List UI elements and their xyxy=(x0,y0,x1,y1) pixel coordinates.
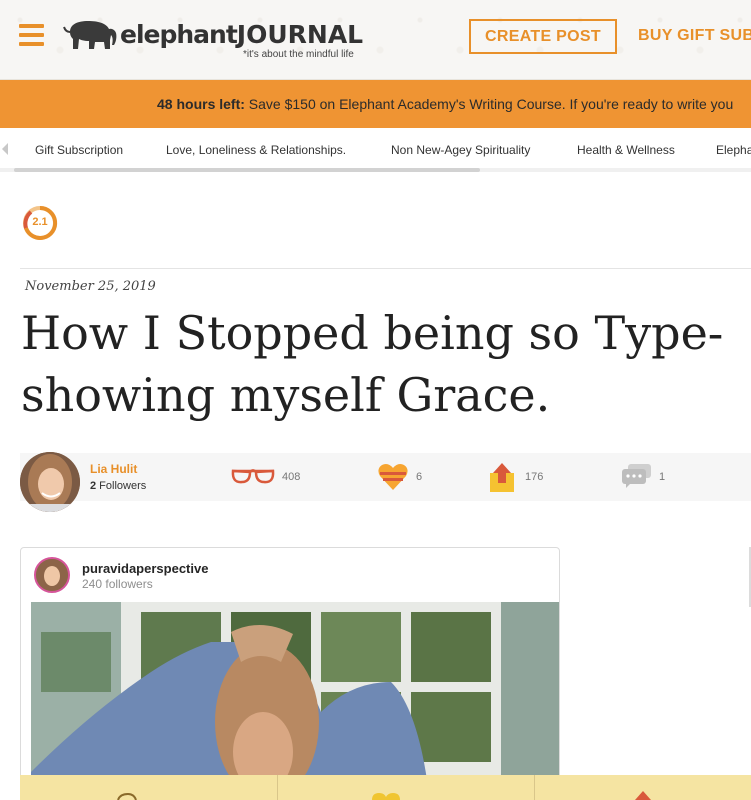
hamburger-menu-icon[interactable] xyxy=(19,24,44,46)
category-love-relationships[interactable]: Love, Loneliness & Relationships. xyxy=(166,143,346,157)
scroll-left-arrow-icon[interactable] xyxy=(2,143,8,155)
embed-followers: 240 followers xyxy=(82,577,153,591)
logo-word-journal: JOURNAL xyxy=(236,20,364,49)
article-title-line-1: How I Stopped being so Type- xyxy=(21,306,724,360)
heart-icon-bottom[interactable] xyxy=(370,791,402,800)
logo-word-elephant: elephant xyxy=(120,20,238,49)
article-title-line-2: showing myself Grace. xyxy=(21,368,551,422)
embed-avatar[interactable] xyxy=(34,557,70,593)
glasses-icon[interactable] xyxy=(231,467,275,485)
article-rating-badge[interactable]: 2.1 xyxy=(21,204,59,242)
article-title: How I Stopped being so Type- showing mys… xyxy=(21,302,751,426)
category-nav: Gift Subscription Love, Loneliness & Rel… xyxy=(0,128,751,172)
bottom-action-bar[interactable] xyxy=(20,775,751,800)
comment-icon[interactable] xyxy=(621,463,653,489)
category-spirituality[interactable]: Non New-Agey Spirituality xyxy=(391,143,530,157)
article-date: November 25, 2019 xyxy=(25,279,156,294)
heart-icon[interactable] xyxy=(378,463,408,491)
elephant-logo-icon xyxy=(63,21,117,49)
rating-value: 2.1 xyxy=(32,216,48,228)
category-health-wellness[interactable]: Health & Wellness xyxy=(577,143,675,157)
author-name[interactable]: Lia Hulit xyxy=(90,462,137,476)
author-avatar[interactable] xyxy=(20,452,80,512)
create-post-button[interactable]: CREATE POST xyxy=(469,19,617,54)
hearts-count: 6 xyxy=(416,471,423,483)
site-logo[interactable]: elephantJOURNAL *it's about the mindful … xyxy=(62,16,367,64)
shares-count: 176 xyxy=(525,471,544,483)
buy-gift-subscription-link[interactable]: BUY GIFT SUB xyxy=(638,27,751,45)
author-followers: 2 Followers xyxy=(90,480,146,492)
embed-photo[interactable] xyxy=(31,602,559,800)
category-scroll-thumb[interactable] xyxy=(14,168,480,172)
author-followers-label: Followers xyxy=(96,480,147,492)
category-gift-subscription[interactable]: Gift Subscription xyxy=(35,143,123,157)
logo-wordmark: elephantJOURNAL xyxy=(120,20,363,49)
promo-banner[interactable]: 48 hours left: Save $150 on Elephant Aca… xyxy=(0,80,751,128)
promo-bold-text: 48 hours left: xyxy=(157,96,245,112)
embed-username[interactable]: puravidaperspective xyxy=(82,561,208,576)
share-icon[interactable] xyxy=(489,461,517,493)
author-photo xyxy=(20,452,80,512)
comments-count: 1 xyxy=(659,471,666,483)
divider xyxy=(20,268,751,269)
share-icon-bottom[interactable] xyxy=(634,791,652,800)
reads-count: 408 xyxy=(282,471,301,483)
embed-avatar-photo xyxy=(36,559,68,591)
promo-text: Save $150 on Elephant Academy's Writing … xyxy=(244,96,734,112)
category-elephant[interactable]: Elephan xyxy=(716,143,751,157)
instagram-embed-card[interactable]: puravidaperspective 240 followers xyxy=(20,547,560,800)
woman-window-photo xyxy=(31,602,559,800)
logo-tagline: *it's about the mindful life xyxy=(243,49,354,60)
glasses-icon-bottom[interactable] xyxy=(116,793,146,800)
site-header: elephantJOURNAL *it's about the mindful … xyxy=(0,0,751,80)
